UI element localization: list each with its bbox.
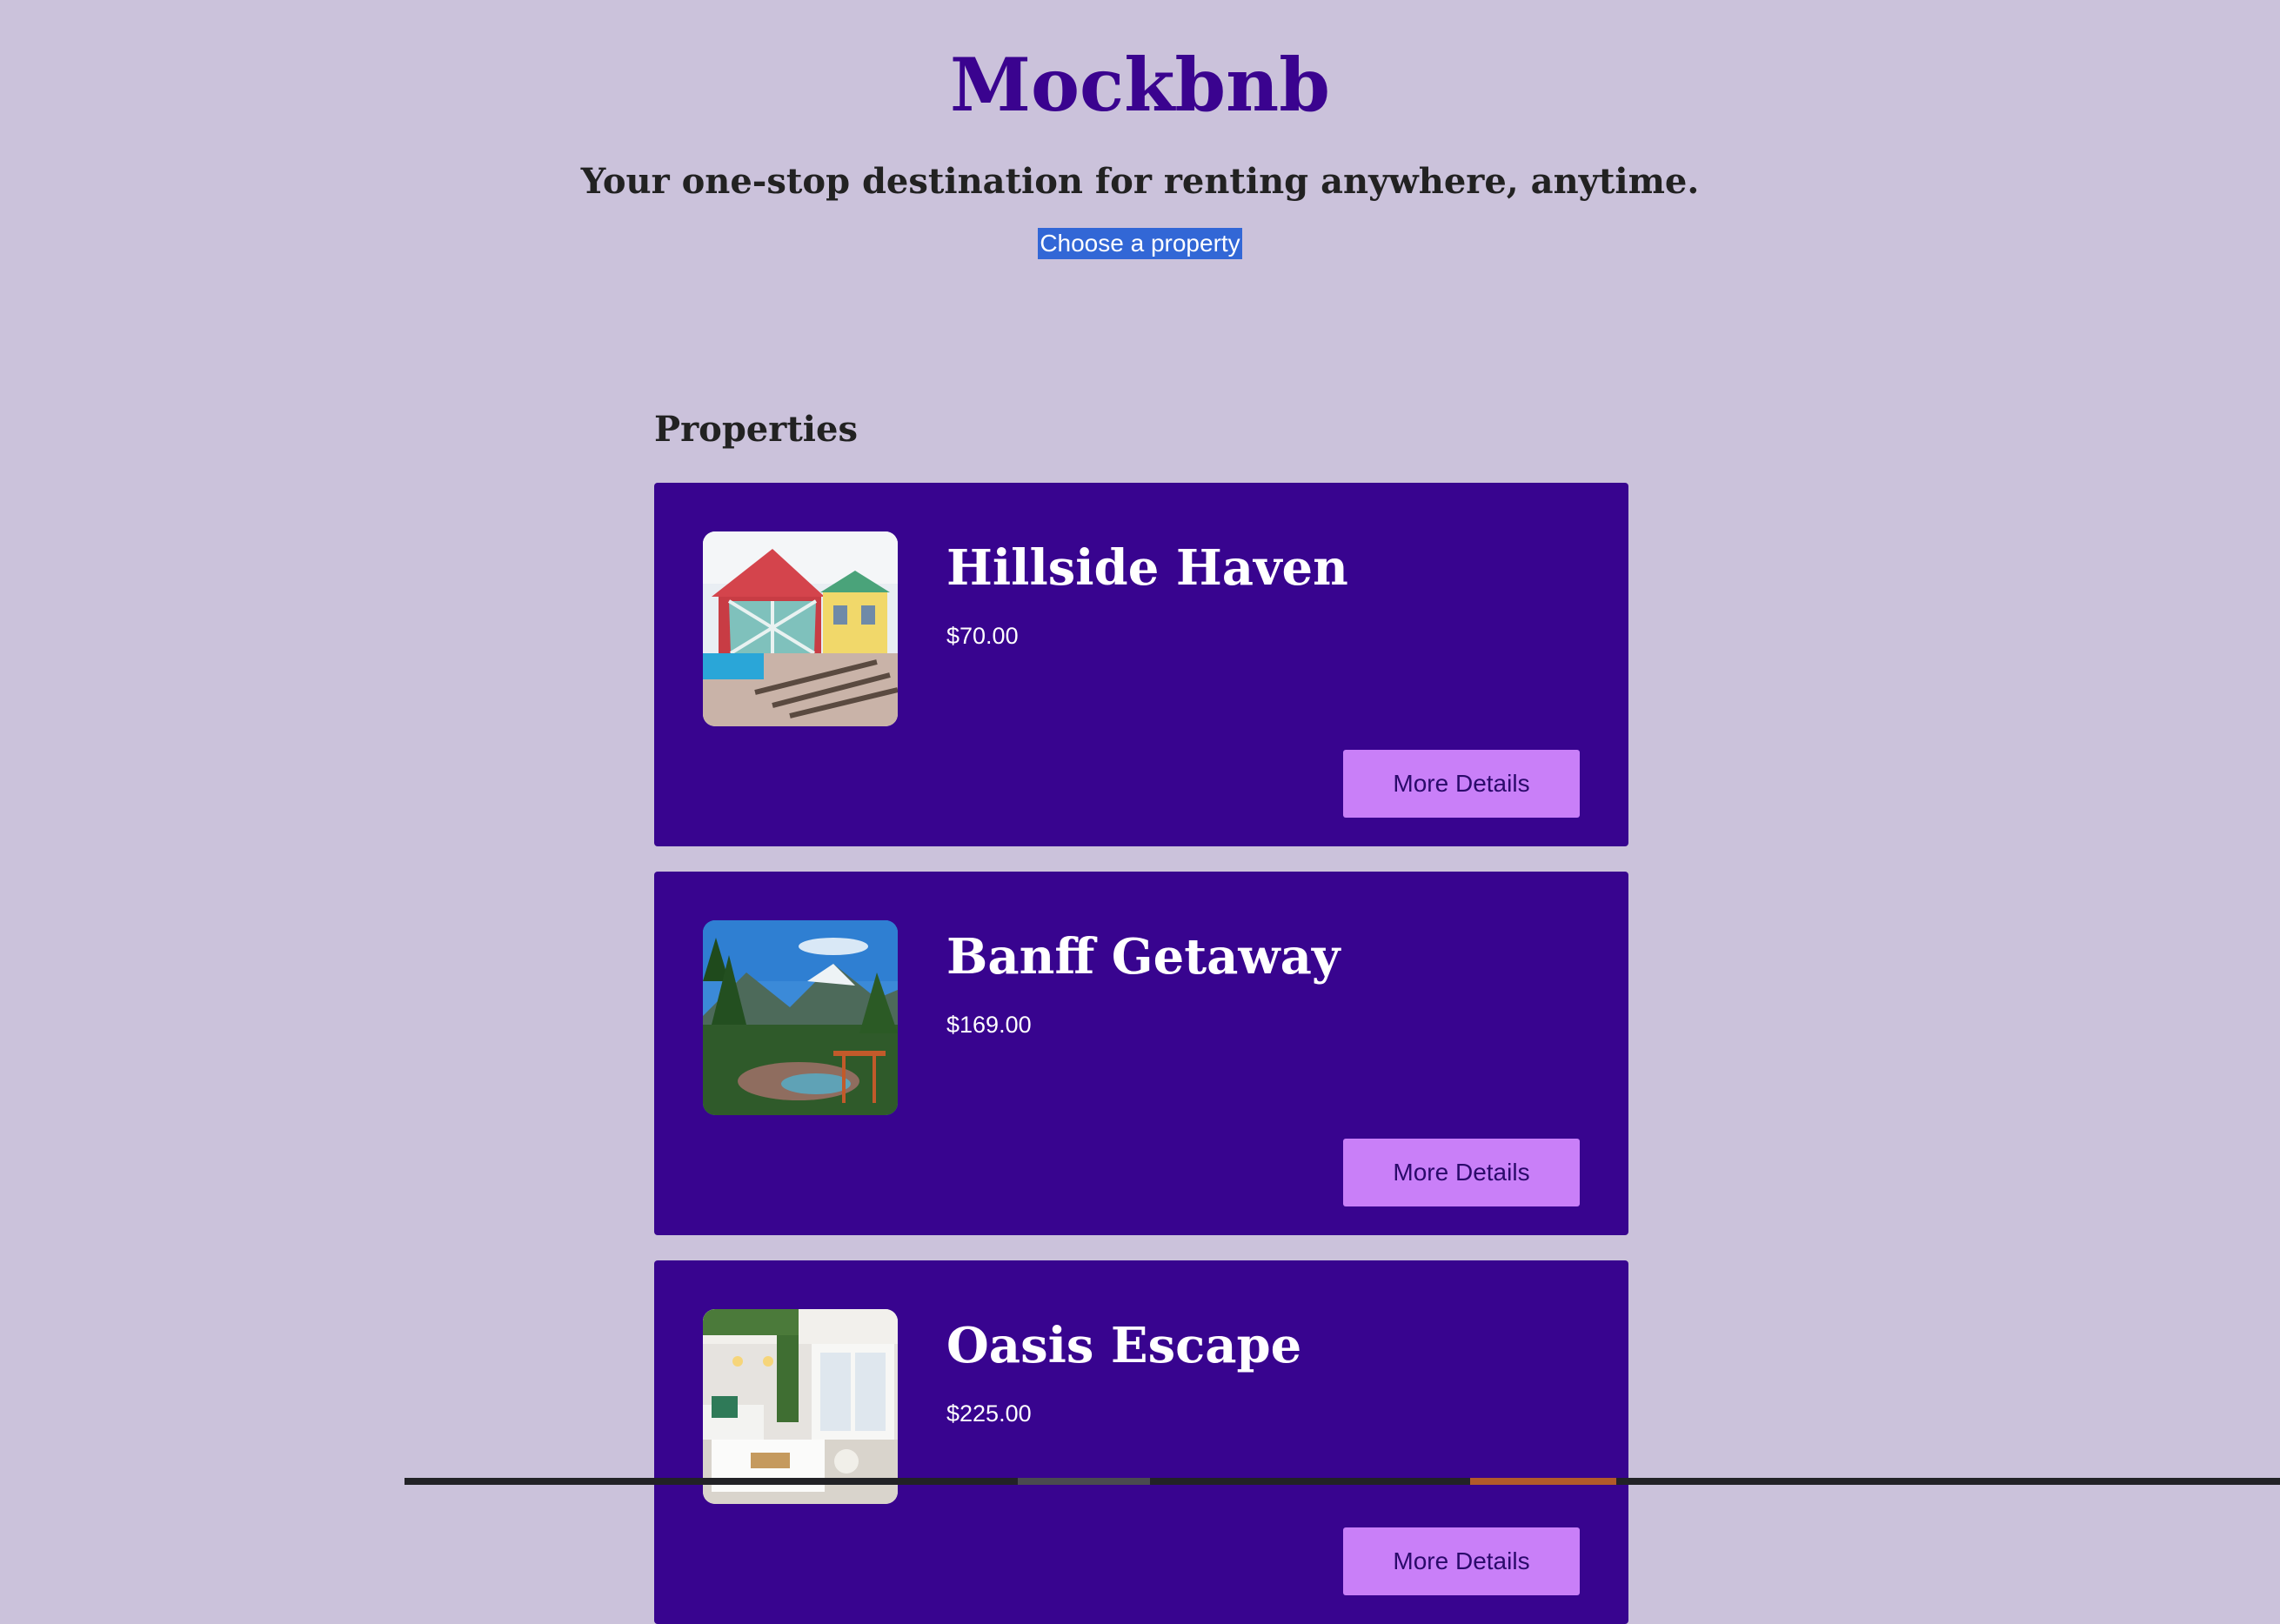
site-title: Mockbnb (950, 42, 1330, 128)
properties-heading: Properties (654, 409, 858, 450)
property-name: Hillside Haven (946, 539, 1348, 597)
property-image-oasis-escape[interactable] (703, 1309, 898, 1504)
property-card-banff-getaway: Banff Getaway $169.00 More Details (654, 872, 1628, 1235)
tagline: Your one-stop destination for renting an… (580, 161, 1700, 202)
choose-property-wrap: Choose a property (0, 228, 2280, 259)
property-price: $225.00 (946, 1400, 1032, 1427)
more-details-button[interactable]: More Details (1343, 1527, 1580, 1595)
choose-property-link[interactable]: Choose a property (1038, 228, 1242, 259)
property-card-oasis-escape: Oasis Escape $225.00 More Details (654, 1260, 1628, 1624)
property-image-hillside-haven[interactable] (703, 531, 898, 726)
property-price: $169.00 (946, 1012, 1032, 1038)
property-name: Oasis Escape (946, 1317, 1302, 1374)
more-details-button[interactable]: More Details (1343, 1139, 1580, 1206)
property-card-hillside-haven: Hillside Haven $70.00 More Details (654, 483, 1628, 846)
os-taskbar (405, 1478, 2280, 1485)
taskbar-item-active[interactable] (1470, 1478, 1616, 1485)
property-price: $70.00 (946, 623, 1019, 649)
property-image-banff-getaway[interactable] (703, 920, 898, 1115)
more-details-button[interactable]: More Details (1343, 750, 1580, 818)
taskbar-item[interactable] (1018, 1478, 1150, 1485)
property-name: Banff Getaway (946, 928, 1341, 986)
